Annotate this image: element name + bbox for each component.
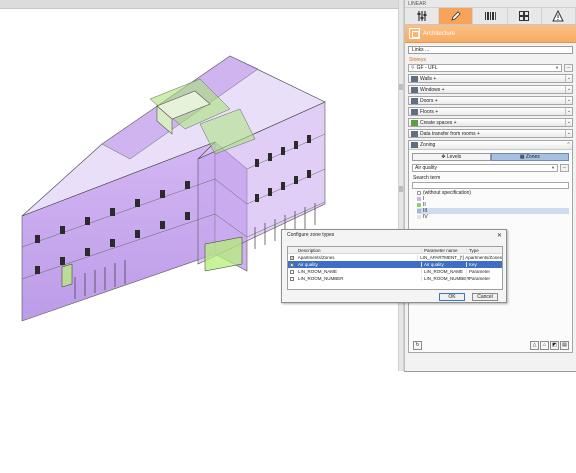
architecture-header: Architecture [405,25,576,43]
storeys-label: Storeys [409,57,426,63]
color-swatch [417,191,421,195]
storeys-more-button[interactable]: ... [564,64,573,72]
dialog-title: Configure zone types [287,232,335,238]
zone-tree: (without specification) I II III IV [417,190,569,220]
col-type: Type [466,247,502,253]
doors-icon [411,97,418,104]
table-row[interactable]: LIN_ROOM_NUMBER LIN_ROOM_NUMBER Paramete… [288,275,502,282]
close-icon[interactable]: ✕ [497,232,502,239]
grid-icon [519,11,530,21]
configure-zone-types-dialog: Configure zone types ✕ Description Param… [281,229,507,303]
ok-button[interactable]: OK [439,293,465,301]
storeys-combo[interactable]: ⚲ GF - UFL ▼ ... [408,64,573,72]
table-header: Description Parameter name Type [288,247,502,254]
viewport-top-strip [0,0,398,9]
pencil-icon [451,11,461,21]
splitter-grip[interactable] [399,186,403,192]
transfer-icon [411,130,418,137]
panel-title: LINEAR [405,0,576,8]
section-doors[interactable]: Doors + ⌄ [408,96,573,105]
zone-type-more-button[interactable]: ... [560,164,569,172]
row-checkbox[interactable] [290,276,294,281]
chevron-down-icon: ⌄ [565,97,572,104]
row-checkbox[interactable]: ✓ [289,255,294,260]
barcode-icon [485,12,496,20]
warning-icon [552,10,565,22]
col-parameter: Parameter name [421,247,466,253]
section-walls[interactable]: Walls + ⌄ [408,74,573,83]
zone-tool-button[interactable]: ▤ [560,340,569,350]
zoning-mode-toggle: ✥ Levels ▦ Zones [412,153,569,161]
layers-icon: ▤ [562,341,567,348]
color-swatch [417,209,421,213]
architecture-icon [409,28,420,39]
chevron-down-icon: ⌄ [565,75,572,82]
zone-tool-button[interactable]: ◩ [550,340,559,350]
spaces-icon [411,119,418,126]
tab-warnings[interactable] [542,8,576,24]
col-description: Description [298,247,321,253]
table-row[interactable]: ✓ Air quality Air quality Key [288,261,502,268]
chevron-down-icon: ▼ [551,165,555,170]
links-button[interactable]: Links ... [408,46,573,54]
header-title: Architecture [423,30,456,37]
zoning-header[interactable]: Zoning ⌃ [409,141,572,150]
refresh-button[interactable]: ↻ [413,340,422,350]
zones-button[interactable]: ▦ Zones [490,153,569,161]
color-swatch [417,215,421,219]
windows-icon [411,86,418,93]
tab-architecture[interactable] [439,8,474,24]
search-label: Search term [413,175,441,181]
zone-type-value: Air quality [415,165,437,171]
zoning-icon [411,142,418,148]
sliders-icon [417,11,427,21]
building-model [21,55,326,322]
tab-quantities[interactable] [473,8,508,24]
3d-viewport[interactable] [0,9,398,371]
tree-item[interactable]: IV [417,214,569,220]
chevron-up-icon: ⌃ [566,142,571,148]
search-input[interactable] [412,182,569,189]
triangle-icon: △ [532,341,537,348]
row-checkbox[interactable] [290,269,294,274]
table-row[interactable]: LIN_ROOM_NAME LIN_ROOM_NAME Parameter [288,268,502,275]
row-checkbox[interactable]: ✓ [290,262,294,267]
storeys-value: GF - UFL [416,65,438,71]
section-create-spaces[interactable]: Create spaces + ⌄ [408,118,573,127]
tab-settings[interactable] [405,8,440,24]
paint-icon: ◩ [552,341,557,348]
section-floors[interactable]: Floors + ⌄ [408,107,573,116]
chevron-down-icon: ⌄ [565,86,572,93]
color-swatch [417,203,421,207]
chevron-down-icon: ⌄ [565,130,572,137]
pin-icon: ⚲ [411,65,415,71]
levels-button[interactable]: ✥ Levels [412,153,491,161]
zone-types-table: Description Parameter name Type ✓ Apartm… [287,246,503,290]
floors-icon [411,108,418,115]
splitter-grip[interactable] [399,84,403,90]
table-row[interactable]: ✓ Apartments/Zones LIN_APARTMENT_(*) Apa… [288,254,502,261]
color-swatch [417,197,421,201]
refresh-icon: ↻ [415,341,420,348]
zone-tool-button[interactable]: △ [530,340,539,350]
panel-bottom-line [404,371,576,372]
chevron-down-icon: ⌄ [565,119,572,126]
zone-tool-button[interactable]: ⌂ [540,340,549,350]
cancel-button[interactable]: Cancel [472,293,498,301]
chevron-down-icon: ⌄ [565,108,572,115]
tag-icon: ⌂ [542,341,547,348]
zone-type-combo[interactable]: Air quality ▼ ... [412,164,569,172]
zoning-toolbar: ↻ △ ⌂ ◩ ▤ [409,338,572,352]
tab-bar [405,8,576,25]
walls-icon [411,75,418,82]
linear-panel: LINEAR Architecture Links ... Storeys ⚲ G… [404,0,576,371]
section-windows[interactable]: Windows + ⌄ [408,85,573,94]
tab-views[interactable] [508,8,542,24]
chevron-down-icon: ▼ [555,65,559,70]
section-data-transfer[interactable]: Data transfer from rooms + ⌄ [408,129,573,138]
